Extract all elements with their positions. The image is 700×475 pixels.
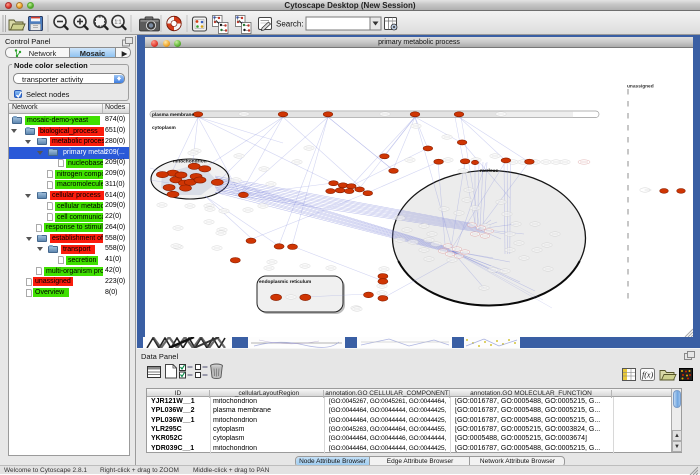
svg-text:cytoplasm: cytoplasm xyxy=(152,125,176,131)
svg-text:endoplasmic reticulum: endoplasmic reticulum xyxy=(259,279,311,285)
svg-text:plasma membrane: plasma membrane xyxy=(152,112,194,118)
svg-text:1:1: 1:1 xyxy=(115,20,122,26)
svg-text:nucleus: nucleus xyxy=(480,168,498,174)
svg-text:unassigned: unassigned xyxy=(627,84,654,90)
svg-text:mitochondrion: mitochondrion xyxy=(173,159,207,165)
svg-text:Search:: Search: xyxy=(276,20,304,29)
svg-text:f(x): f(x) xyxy=(642,371,653,380)
